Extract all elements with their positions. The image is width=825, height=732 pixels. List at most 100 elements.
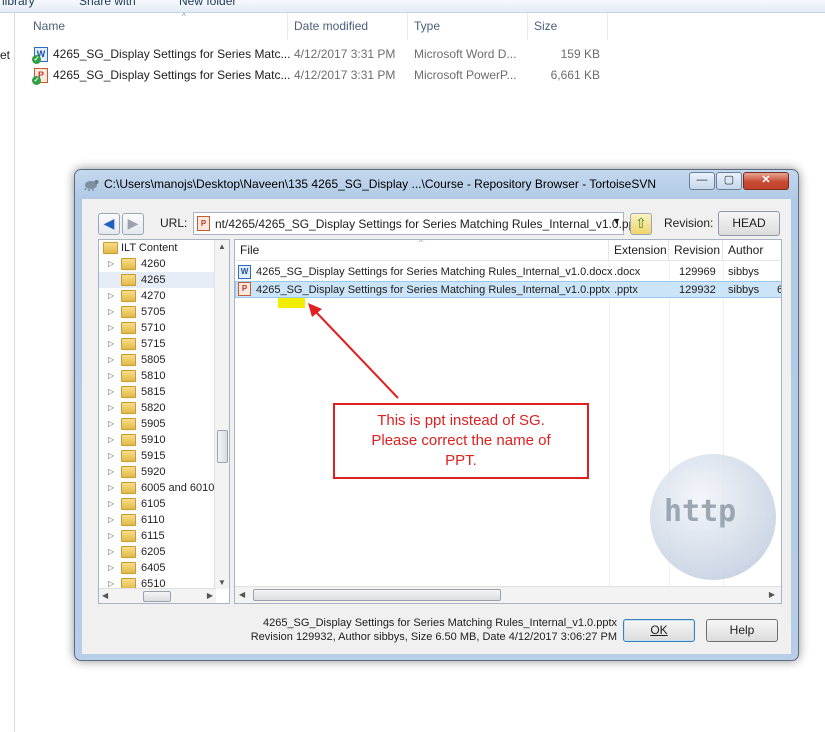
revision-head-button[interactable]: HEAD (718, 211, 780, 236)
folder-icon (121, 370, 136, 382)
folder-icon (121, 482, 136, 494)
expand-arrow-icon[interactable]: ▷ (108, 320, 114, 336)
expand-arrow-icon[interactable]: ▷ (108, 432, 114, 448)
column-type[interactable]: Type (408, 13, 528, 40)
scroll-down-arrow-icon[interactable]: ▼ (218, 578, 226, 587)
tree-item[interactable]: ILT Content (99, 240, 215, 256)
file-name: 4265_SG_Display Settings for Series Matc… (53, 47, 291, 61)
toolbar-library[interactable]: library (2, 0, 35, 8)
folder-icon (121, 418, 136, 430)
tree-item[interactable]: ▷ 5715 (99, 336, 215, 352)
tree-item[interactable]: ▷ 5910 (99, 432, 215, 448)
tree-item-label: 4265 (141, 274, 166, 286)
dropdown-arrow-icon[interactable]: ▼ (612, 216, 621, 226)
scroll-right-arrow-icon[interactable]: ▶ (769, 590, 775, 599)
tree-item-label: 6405 (141, 562, 166, 574)
expand-arrow-icon[interactable]: ▷ (108, 416, 114, 432)
expand-arrow-icon[interactable]: ▷ (108, 528, 114, 544)
tree-item-label: 4270 (141, 290, 166, 302)
scroll-thumb[interactable] (143, 591, 171, 602)
scroll-left-arrow-icon[interactable]: ◀ (239, 590, 245, 599)
column-date-modified[interactable]: Date modified (288, 13, 408, 40)
tree-item[interactable]: ▷ 5920 (99, 464, 215, 480)
tree-item[interactable]: ▷ 5710 (99, 320, 215, 336)
annotation-line: Please correct the name of (371, 432, 551, 449)
list-item-selected[interactable]: P 4265_SG_Display Settings for Series Ma… (235, 281, 781, 298)
folder-icon (121, 322, 136, 334)
tree-item[interactable]: ▷ 5815 (99, 384, 215, 400)
expand-arrow-icon[interactable]: ▷ (108, 464, 114, 480)
watermark-text: http (664, 494, 737, 529)
expand-arrow-icon[interactable]: ▷ (108, 448, 114, 464)
expand-arrow-icon[interactable]: ▷ (108, 512, 114, 528)
tree-item[interactable]: ▷ 5905 (99, 416, 215, 432)
expand-arrow-icon[interactable]: ▷ (108, 400, 114, 416)
expand-arrow-icon[interactable]: ▷ (108, 496, 114, 512)
tree-item[interactable]: ▷ 6205 (99, 544, 215, 560)
url-combobox[interactable]: P nt/4265/4265_SG_Display Settings for S… (193, 212, 645, 235)
list-author: sibbys (728, 284, 760, 296)
expand-arrow-icon[interactable]: ▷ (108, 304, 114, 320)
folder-icon (121, 466, 136, 478)
expand-arrow-icon[interactable]: ▷ (108, 288, 114, 304)
expand-arrow-icon[interactable]: ▷ (108, 336, 114, 352)
word-doc-icon: W (238, 265, 251, 279)
word-doc-icon: W ✓ (32, 47, 48, 64)
scroll-up-arrow-icon[interactable]: ▲ (218, 242, 226, 251)
tree-item[interactable]: ▷ 6005 and 6010 (99, 480, 215, 496)
expand-arrow-icon[interactable]: ▷ (108, 480, 114, 496)
list-item[interactable]: W 4265_SG_Display Settings for Series Ma… (235, 264, 781, 281)
file-row[interactable]: W ✓ 4265_SG_Display Settings for Series M… (16, 44, 825, 65)
tree-horizontal-scrollbar[interactable]: ◀ ▶ (99, 588, 216, 603)
tree-item[interactable]: 4265 (99, 272, 215, 288)
tree-item[interactable]: ▷ 6105 (99, 496, 215, 512)
close-button[interactable]: ✕ (743, 172, 789, 190)
column-revision[interactable]: Revision (669, 240, 723, 261)
scroll-thumb[interactable] (253, 589, 501, 601)
tree-item-label: 6205 (141, 546, 166, 558)
ok-button[interactable]: OK (623, 619, 695, 642)
scroll-left-arrow-icon[interactable]: ◀ (102, 591, 108, 600)
minimize-button[interactable]: — (689, 172, 715, 190)
tree-vertical-scrollbar[interactable]: ▲ ▼ (214, 240, 229, 589)
file-list-header: File Extension Revision Author ^ (235, 239, 781, 261)
tree-item[interactable]: ▷ 6115 (99, 528, 215, 544)
toolbar-share-with[interactable]: Share with (79, 0, 136, 8)
tree-item[interactable]: ▷ 4260 (99, 256, 215, 272)
url-value: nt/4265/4265_SG_Display Settings for Ser… (215, 217, 645, 231)
expand-arrow-icon[interactable]: ▷ (108, 256, 114, 272)
expand-arrow-icon[interactable]: ▷ (108, 384, 114, 400)
scroll-right-arrow-icon[interactable]: ▶ (207, 591, 213, 600)
navigation-pane-item[interactable]: et (0, 48, 10, 62)
tree-item[interactable]: ▷ 6110 (99, 512, 215, 528)
list-horizontal-scrollbar[interactable]: ◀ ▶ (235, 586, 781, 603)
sort-ascending-icon: ^ (419, 239, 423, 247)
column-author[interactable]: Author (723, 240, 781, 261)
folder-icon (121, 546, 136, 558)
column-size[interactable]: Size (528, 13, 608, 40)
expand-arrow-icon[interactable]: ▷ (108, 544, 114, 560)
tree-item[interactable]: ▷ 6405 (99, 560, 215, 576)
tree-item[interactable]: ▷ 5820 (99, 400, 215, 416)
forward-arrow-icon[interactable]: ▶ (122, 213, 144, 235)
toolbar-new-folder[interactable]: New folder (179, 0, 236, 8)
tree-item[interactable]: ▷ 5810 (99, 368, 215, 384)
expand-arrow-icon[interactable]: ▷ (108, 368, 114, 384)
column-name[interactable]: Name ^ (27, 13, 288, 40)
tree-item[interactable]: ▷ 5805 (99, 352, 215, 368)
column-extension[interactable]: Extension (609, 240, 669, 261)
back-arrow-icon[interactable]: ◀ (98, 213, 120, 235)
file-type: Microsoft Word D... (414, 47, 517, 61)
tree-item[interactable]: ▷ 5705 (99, 304, 215, 320)
scroll-thumb[interactable] (217, 430, 228, 463)
expand-arrow-icon[interactable]: ▷ (108, 560, 114, 576)
file-row[interactable]: P ✓ 4265_SG_Display Settings for Series M… (16, 65, 825, 86)
folder-icon (121, 386, 136, 398)
explorer-toolbar: library Share with New folder (0, 0, 825, 13)
tree-item[interactable]: ▷ 4270 (99, 288, 215, 304)
maximize-button[interactable]: ▢ (716, 172, 742, 190)
expand-arrow-icon[interactable]: ▷ (108, 352, 114, 368)
tree-item[interactable]: ▷ 5915 (99, 448, 215, 464)
help-button[interactable]: Help (706, 619, 778, 642)
folder-up-icon[interactable]: ⇧ (630, 213, 652, 235)
